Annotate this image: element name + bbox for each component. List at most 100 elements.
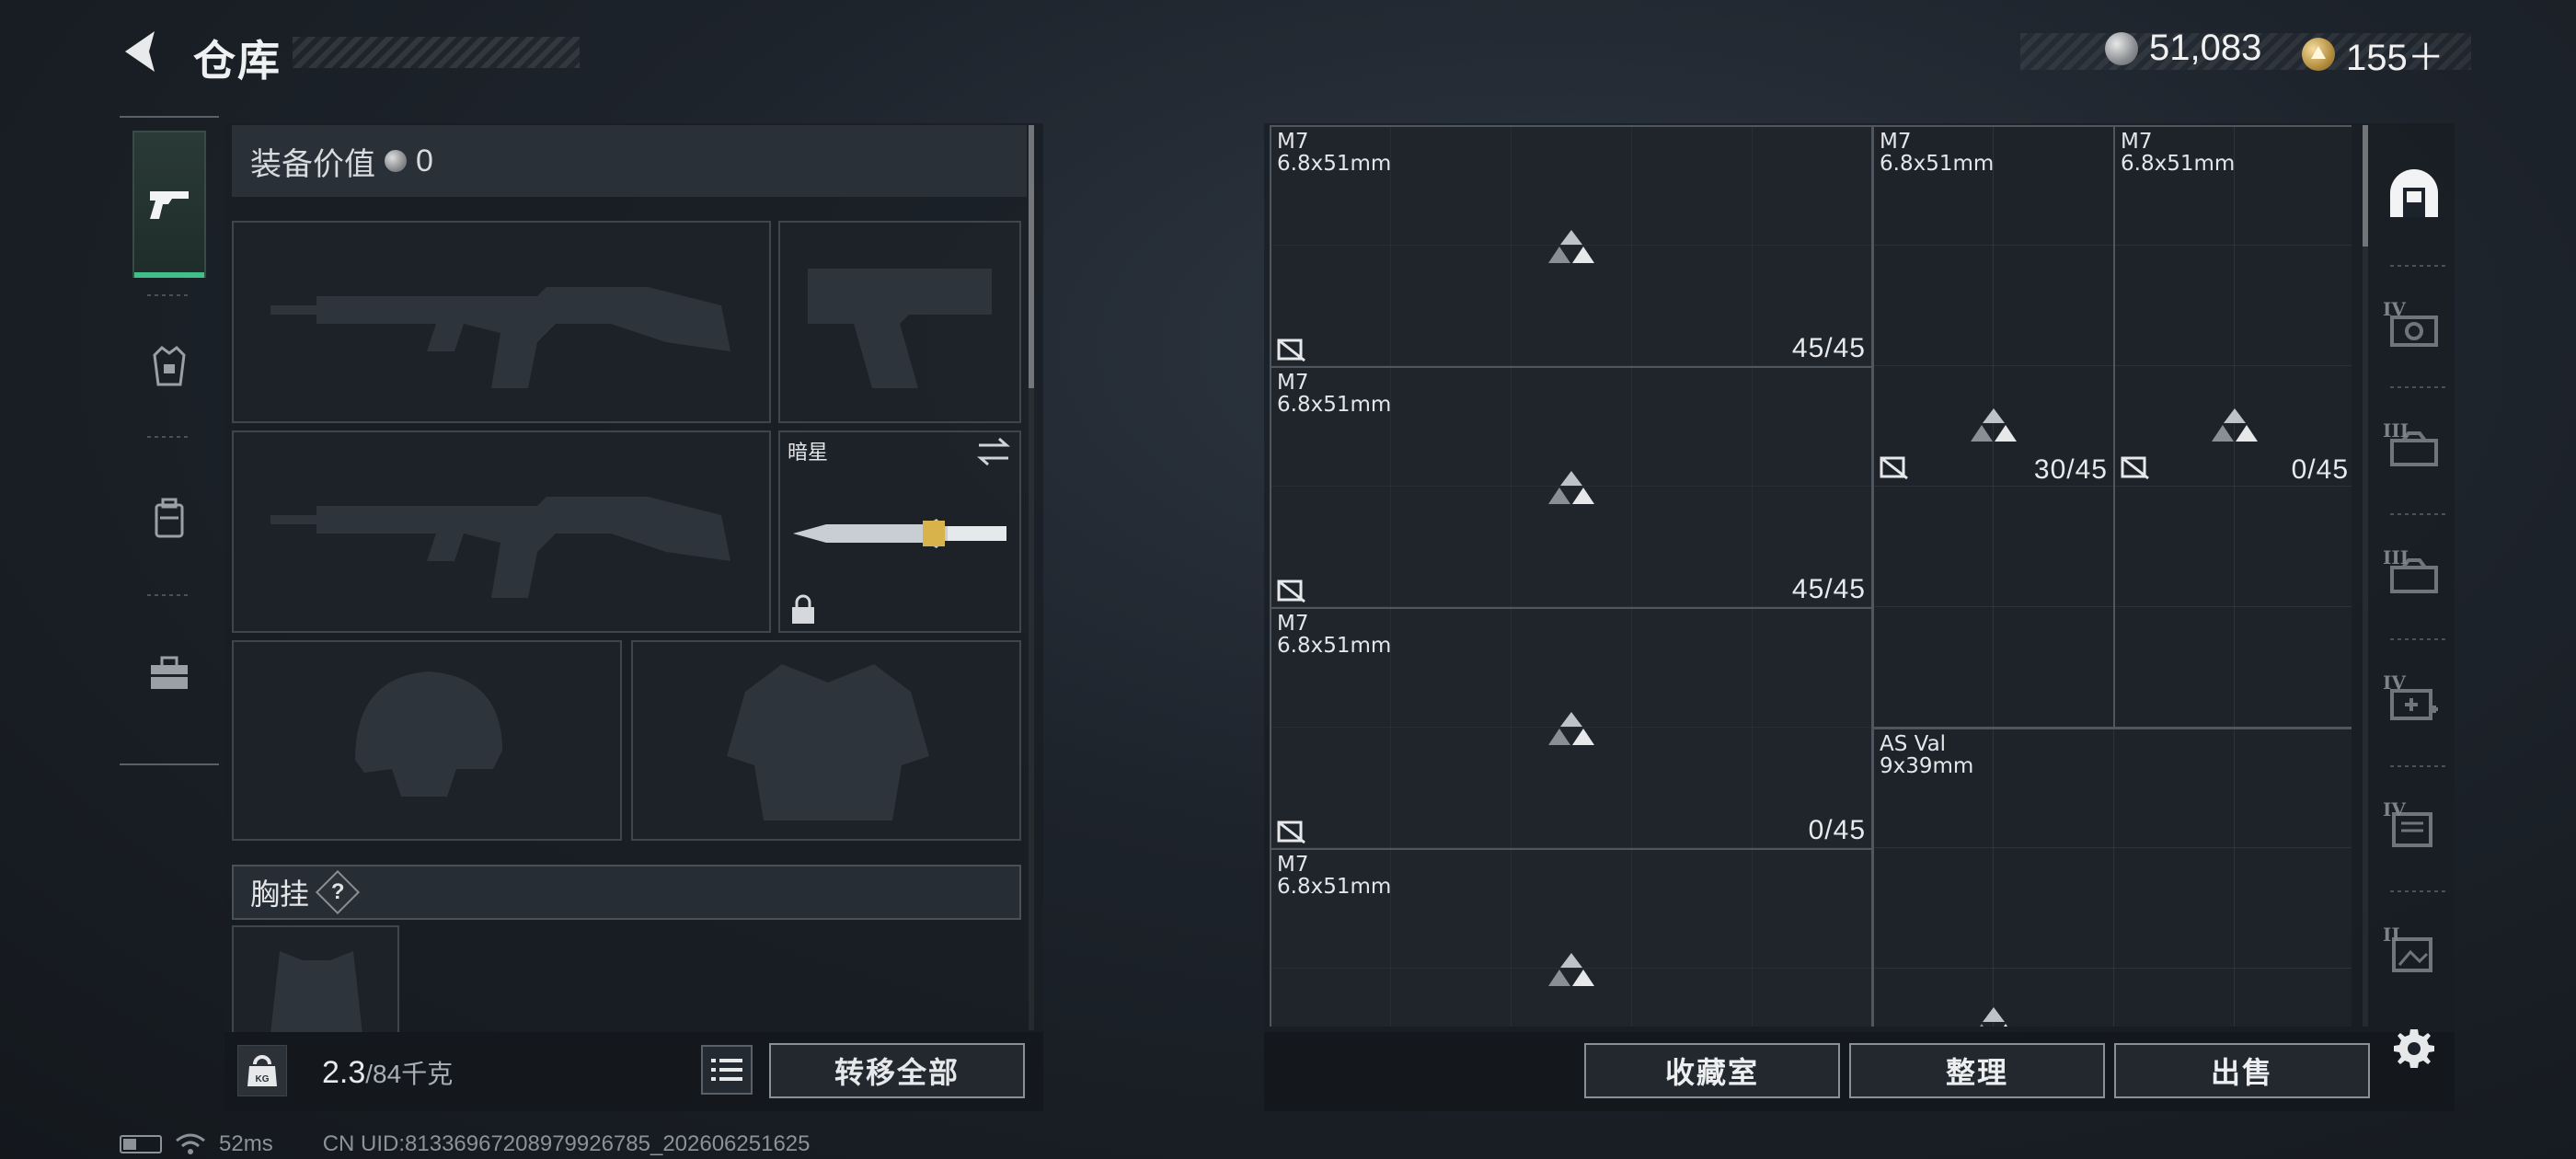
primary-weapon-slot-1[interactable] bbox=[232, 221, 771, 423]
rarity-icon bbox=[1548, 712, 1594, 745]
help-icon-glyph: ? bbox=[330, 878, 345, 904]
page-title: 仓库 bbox=[193, 37, 282, 85]
ammo-type-icon bbox=[1277, 820, 1305, 844]
item-count: 0/45 bbox=[2291, 454, 2349, 485]
container-level: II bbox=[2383, 924, 2400, 946]
item-caliber: 6.8x51mm bbox=[1277, 634, 1392, 658]
category-weapons[interactable] bbox=[132, 131, 206, 278]
ammo-type-icon bbox=[1277, 580, 1305, 603]
item-caliber: 6.8x51mm bbox=[2121, 152, 2236, 176]
storage-scroll-thumb[interactable] bbox=[2363, 125, 2368, 247]
svg-text:KG: KG bbox=[256, 1074, 270, 1084]
rarity-icon bbox=[1980, 1007, 2007, 1027]
item-name: M7 bbox=[2121, 130, 2153, 154]
kettlebell-icon: KG bbox=[247, 1055, 277, 1086]
sell-button[interactable]: 出售 bbox=[2114, 1043, 2370, 1098]
grid-item-as-val[interactable]: AS Val 9x39mm bbox=[1872, 728, 2352, 1027]
gold-currency[interactable]: 155＋ bbox=[2302, 28, 2444, 81]
rifle-silhouette-icon bbox=[270, 287, 730, 388]
melee-slot[interactable]: 暗星 bbox=[778, 430, 1021, 633]
vest-icon bbox=[153, 346, 186, 386]
rarity-icon bbox=[1548, 953, 1594, 986]
ping-value: 52ms bbox=[219, 1131, 273, 1156]
item-count: 0/45 bbox=[1808, 815, 1866, 845]
container-level: III bbox=[2383, 546, 2409, 568]
list-icon bbox=[711, 1059, 742, 1081]
storage-scrollbar[interactable] bbox=[2363, 125, 2368, 1027]
container-level-iv-medkit[interactable]: IV bbox=[2377, 640, 2451, 765]
sidearm-slot[interactable] bbox=[778, 221, 1021, 423]
container-level-iv-documents[interactable]: IV bbox=[2377, 767, 2451, 892]
rifle-silhouette-icon bbox=[270, 497, 730, 598]
armor-slot[interactable] bbox=[631, 640, 1021, 841]
grid-item-m7[interactable]: M7 6.8x51mm 30/45 bbox=[1872, 125, 2115, 729]
rarity-icon bbox=[2212, 408, 2258, 442]
grid-item-m7[interactable]: M7 6.8x51mm 45/45 bbox=[1270, 366, 1873, 609]
silver-currency: 51,083 bbox=[2105, 28, 2261, 69]
collection-room-button[interactable]: 收藏室 bbox=[1584, 1043, 1840, 1098]
chest-rig-header: 胸挂 ? bbox=[232, 865, 1021, 920]
swap-icon[interactable] bbox=[975, 436, 1012, 467]
user-uid: CN UID:81336967208979926785_202606251625 bbox=[322, 1131, 811, 1156]
container-level-iv-camera[interactable]: IV bbox=[2377, 267, 2451, 392]
gold-coin-icon bbox=[2302, 38, 2335, 71]
item-count: 30/45 bbox=[2033, 454, 2108, 485]
equipment-scroll-thumb[interactable] bbox=[1029, 125, 1034, 388]
status-bar: 52ms CN UID:81336967208979926785_2026062… bbox=[120, 1131, 811, 1157]
rarity-icon bbox=[1548, 230, 1594, 263]
transfer-all-button[interactable]: 转移全部 bbox=[769, 1043, 1025, 1098]
item-name: M7 bbox=[1277, 371, 1309, 395]
container-level-ii-photo[interactable]: II bbox=[2377, 892, 2451, 1017]
back-arrow-icon bbox=[125, 31, 155, 72]
chest-rig-slot[interactable] bbox=[232, 925, 399, 1032]
item-name: M7 bbox=[1277, 853, 1309, 877]
backpack-icon bbox=[155, 498, 184, 538]
help-icon[interactable]: ? bbox=[315, 869, 361, 915]
list-view-button[interactable] bbox=[701, 1045, 753, 1095]
container-level-iii-ammo[interactable]: III bbox=[2377, 388, 2451, 513]
toolbox-icon bbox=[151, 656, 188, 689]
item-name: M7 bbox=[1277, 130, 1309, 154]
grid-item-m7[interactable]: M7 6.8x51mm 45/45 bbox=[1270, 125, 1873, 368]
item-name: M7 bbox=[1277, 612, 1309, 636]
silver-coin-icon bbox=[385, 150, 407, 172]
storage-grid: M7 6.8x51mm 45/45 M7 6.8x51mm 30/45 M7 6.8x… bbox=[1270, 125, 2352, 1027]
knife-icon bbox=[793, 519, 1006, 548]
category-toolbox[interactable] bbox=[132, 600, 206, 747]
wifi-icon bbox=[176, 1133, 205, 1154]
category-armor[interactable] bbox=[132, 293, 206, 440]
back-button[interactable] bbox=[116, 26, 167, 77]
sort-button[interactable]: 整理 bbox=[1849, 1043, 2105, 1098]
weight-max: /84千克 bbox=[365, 1060, 454, 1088]
rarity-icon bbox=[1548, 471, 1594, 504]
container-safe[interactable] bbox=[2377, 131, 2451, 256]
safe-icon bbox=[2390, 169, 2438, 217]
item-name: M7 bbox=[1880, 130, 1912, 154]
container-level: III bbox=[2383, 419, 2409, 442]
helmet-slot[interactable] bbox=[232, 640, 622, 841]
category-backpack[interactable] bbox=[132, 445, 206, 592]
equipment-value-label: 装备价值 bbox=[250, 146, 375, 182]
chest-rig-label: 胸挂 bbox=[250, 878, 310, 911]
ammo-type-icon bbox=[2121, 456, 2149, 480]
item-caliber: 6.8x51mm bbox=[1880, 152, 1995, 176]
category-sidebar bbox=[120, 116, 219, 765]
grid-item-m7[interactable]: M7 6.8x51mm 0/45 bbox=[2113, 125, 2352, 729]
gold-amount: 155＋ bbox=[2346, 38, 2444, 78]
settings-button[interactable] bbox=[2386, 1021, 2442, 1076]
item-name: AS Val bbox=[1880, 732, 1947, 756]
item-caliber: 6.8x51mm bbox=[1277, 875, 1392, 899]
grid-item-m7[interactable]: M7 6.8x51mm 0/45 bbox=[1270, 607, 1873, 850]
item-count: 45/45 bbox=[1791, 574, 1866, 604]
rarity-icon bbox=[1971, 408, 2017, 442]
primary-weapon-slot-2[interactable] bbox=[232, 430, 771, 633]
helmet-silhouette-icon bbox=[355, 671, 502, 797]
grid-item-m7[interactable]: M7 6.8x51mm bbox=[1270, 848, 1873, 1027]
item-count: 45/45 bbox=[1791, 333, 1866, 363]
equipment-value: 装备价值 0 bbox=[232, 125, 1027, 197]
knife-name: 暗星 bbox=[788, 441, 829, 464]
container-level-iii-ammo-2[interactable]: III bbox=[2377, 515, 2451, 640]
title-decoration bbox=[293, 37, 580, 68]
battery-icon bbox=[120, 1135, 162, 1153]
item-caliber: 6.8x51mm bbox=[1277, 393, 1392, 417]
